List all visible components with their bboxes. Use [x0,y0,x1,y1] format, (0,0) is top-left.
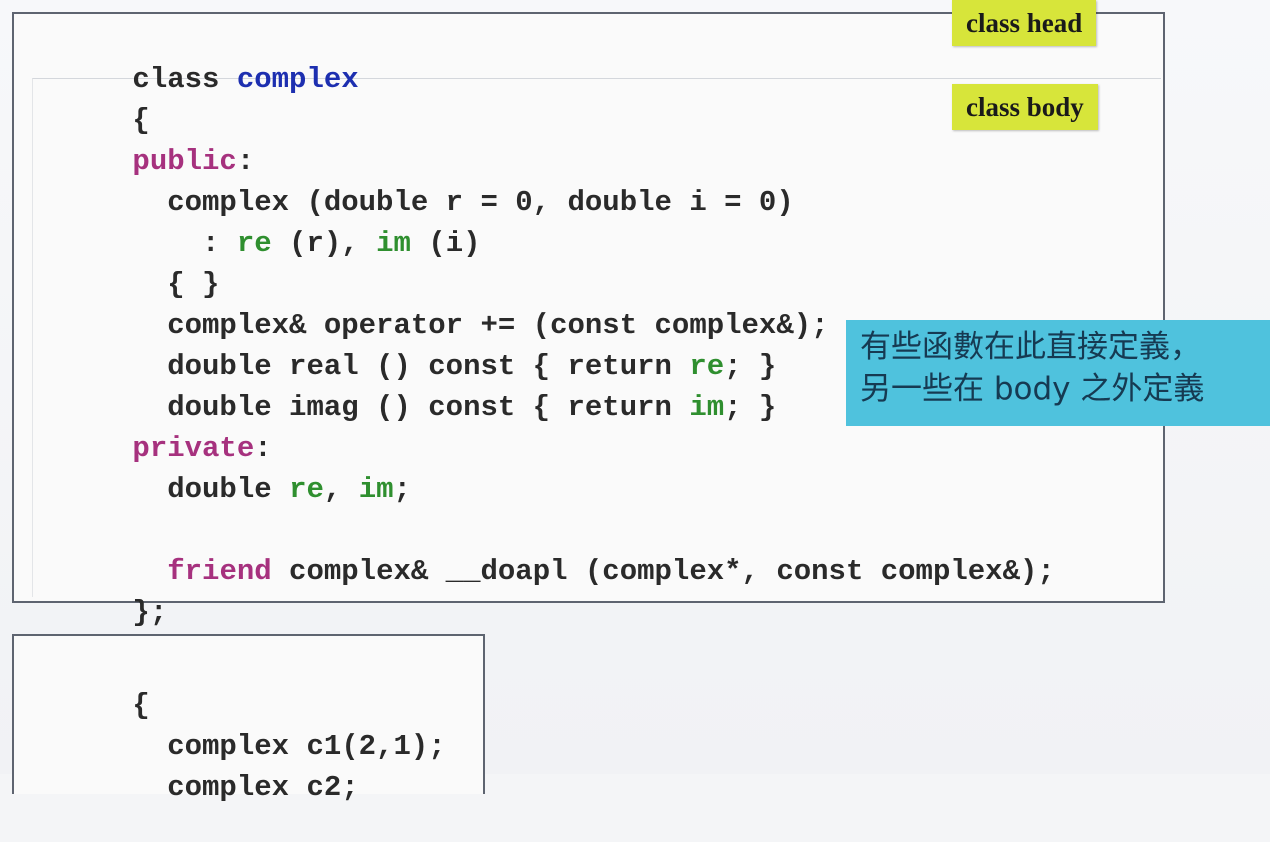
init-r: (r), [271,227,377,260]
class-name-complex: complex [236,63,359,96]
usage-line-open-brace: { [28,652,149,722]
semicolon: ; [393,473,411,506]
code-line-friend: friend complex& __doapl (complex*, const… [28,518,1055,588]
type-double: double [132,473,290,506]
code-line-close-brace: }; [28,559,167,629]
member-im: im [689,391,725,424]
code-line-operator-plus-equals: complex& operator += (const complex&); [28,272,828,342]
init-i: (i) [410,227,481,260]
member-im: im [376,227,411,260]
class-body-label: class body [952,84,1098,130]
note-line-1: 有些函數在此直接定義， [860,329,1201,365]
imag-function-end: ; } [724,391,777,424]
code-line-data-members: double re, im; [28,436,411,506]
code-line-class-head: class complex [28,26,358,96]
member-re: re [236,227,272,260]
member-im: im [358,473,394,506]
code-line-public: public: [28,108,254,178]
class-head-label: class head [952,0,1097,46]
friend-declaration: complex& __doapl (complex*, const comple… [271,555,1055,588]
code-line-empty-body: { } [28,231,219,301]
slide-background: class complex { public: complex (double … [0,0,1270,804]
note-line-2: 另一些在 body 之外定義 [860,371,1205,407]
code-line-private: private: [28,395,271,465]
usage-line-c1: complex c1(2,1); [28,693,445,763]
code-line-real: double real () const { return re; } [28,313,776,383]
member-re: re [289,473,324,506]
code-line-initializer-list: : re (r), im (i) [28,190,480,260]
code-line-imag: double imag () const { return im; } [28,354,776,424]
declaration-c2: complex c2; [132,771,359,804]
annotation-note: 有些函數在此直接定義， 另一些在 body 之外定義 [846,320,1270,426]
usage-code-box: { complex c1(2,1); complex c2; [12,634,485,804]
keyword-friend: friend [167,555,272,588]
code-line-constructor: complex (double r = 0, double i = 0) [28,149,794,219]
comma: , [323,473,359,506]
code-line-open-brace: { [28,67,149,137]
usage-line-c2: complex c2; [28,734,358,804]
close-brace: }; [132,596,168,629]
